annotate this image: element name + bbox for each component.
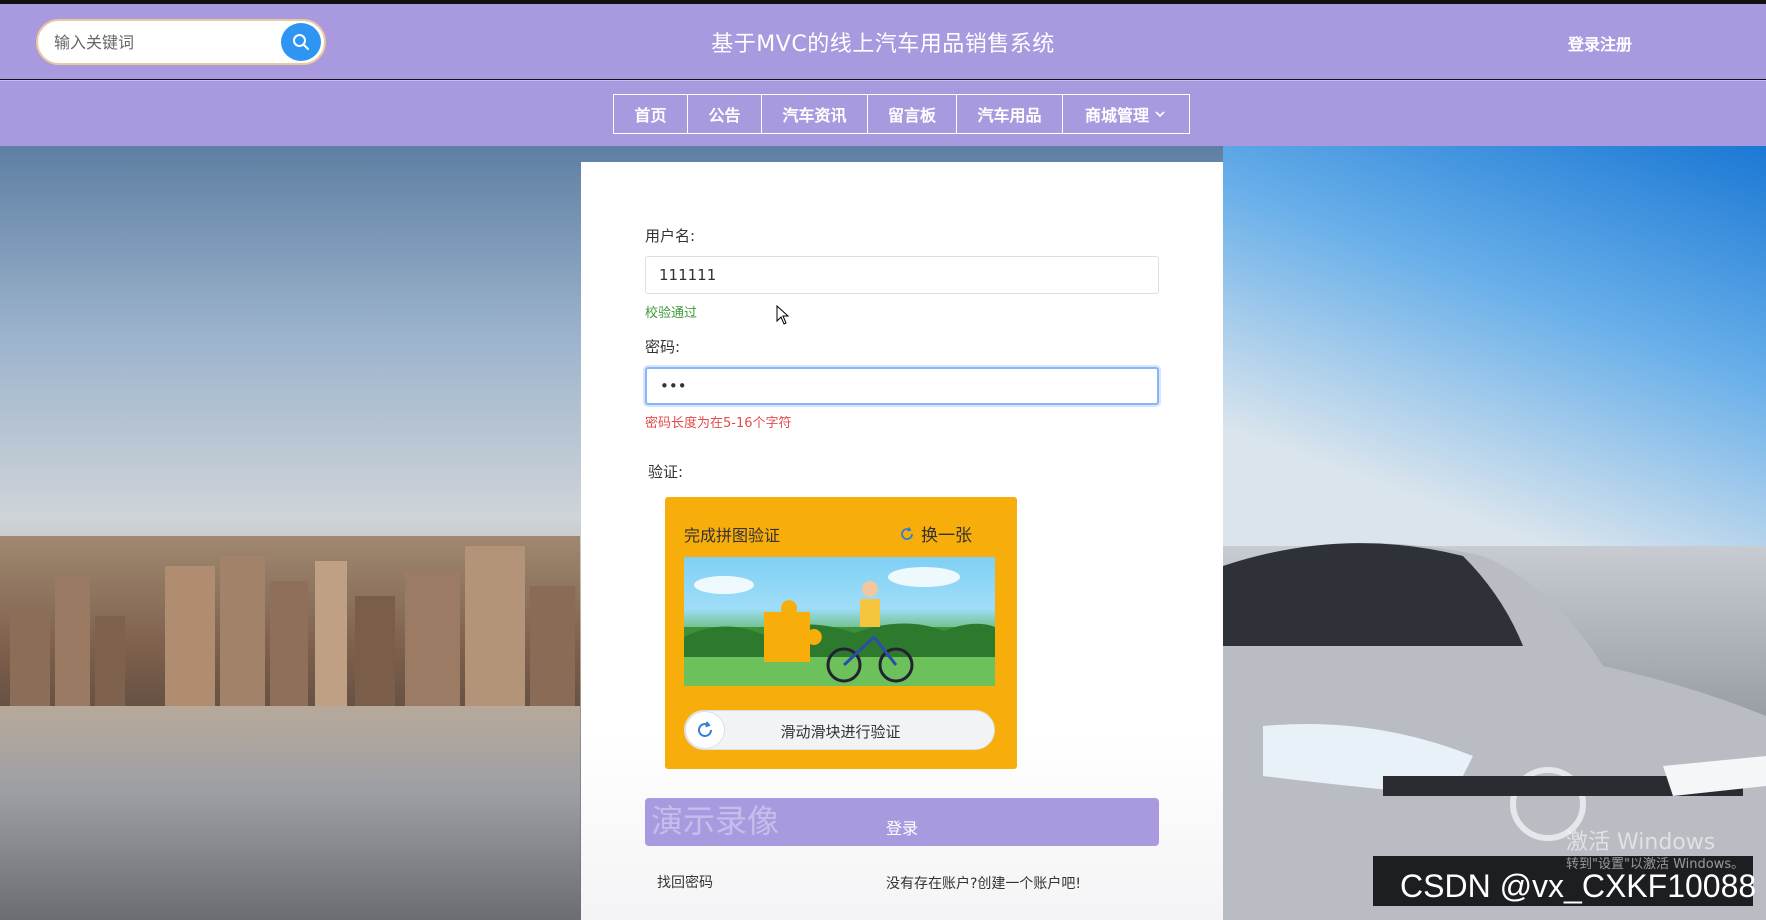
nav-item-car-products[interactable]: 汽车用品 bbox=[957, 95, 1063, 133]
sky-image bbox=[1223, 146, 1766, 546]
password-label: 密码: bbox=[645, 338, 681, 356]
nav-item-home[interactable]: 首页 bbox=[614, 95, 688, 133]
login-panel: 用户名: 校验通过 密码: 密码长度为在5-16个字符 验证: 完成拼图验证 换… bbox=[581, 162, 1223, 920]
login-register-link[interactable]: 登录注册 bbox=[1568, 31, 1632, 55]
refresh-icon bbox=[901, 526, 913, 540]
nav-item-label: 汽车用品 bbox=[977, 106, 1042, 125]
nav-item-label: 留言板 bbox=[887, 106, 936, 125]
slider-handle[interactable] bbox=[685, 711, 725, 749]
username-field[interactable] bbox=[645, 256, 1159, 294]
car-image bbox=[1223, 526, 1766, 920]
nav-item-message-board[interactable]: 留言板 bbox=[868, 95, 957, 133]
navbar: 首页 公告 汽车资讯 留言板 汽车用品 商城管理 bbox=[0, 80, 1766, 146]
nav-item-label: 商城管理 bbox=[1084, 106, 1149, 125]
username-valid-hint: 校验通过 bbox=[645, 306, 698, 321]
captcha-refresh-button[interactable]: 换一张 bbox=[899, 521, 972, 546]
mouse-cursor-icon bbox=[776, 305, 790, 325]
pavement-image bbox=[0, 706, 580, 920]
slider-instruction: 滑动滑块进行验证 bbox=[780, 723, 901, 741]
captcha-title: 完成拼图验证 bbox=[684, 526, 781, 545]
captcha-puzzle-image bbox=[684, 557, 995, 686]
header: 基于MVC的线上汽车用品销售系统 登录注册 bbox=[0, 4, 1766, 79]
register-link[interactable]: 没有存在账户?创建一个账户吧! bbox=[886, 873, 1081, 893]
login-button[interactable]: 登录 bbox=[645, 798, 1159, 846]
captcha-refresh-label: 换一张 bbox=[921, 526, 972, 546]
slider-track: 滑动滑块进行验证 bbox=[684, 710, 995, 750]
forgot-password-link[interactable]: 找回密码 bbox=[657, 872, 713, 892]
password-field[interactable] bbox=[645, 367, 1159, 405]
password-error-hint: 密码长度为在5-16个字符 bbox=[645, 416, 792, 431]
puzzle-captcha: 完成拼图验证 换一张 滑动滑块进行验证 bbox=[665, 497, 1017, 769]
nav-menu: 首页 公告 汽车资讯 留言板 汽车用品 商城管理 bbox=[613, 94, 1190, 134]
nav-item-notice[interactable]: 公告 bbox=[688, 95, 762, 133]
nav-item-label: 首页 bbox=[634, 106, 667, 125]
nav-item-car-news[interactable]: 汽车资讯 bbox=[762, 95, 868, 133]
chevron-down-icon bbox=[1155, 111, 1165, 118]
site-title: 基于MVC的线上汽车用品销售系统 bbox=[711, 32, 1055, 57]
refresh-icon bbox=[698, 721, 712, 737]
nav-item-label: 汽车资讯 bbox=[782, 106, 847, 125]
nav-item-label: 公告 bbox=[708, 106, 741, 125]
username-label: 用户名: bbox=[645, 227, 696, 245]
nav-item-shop-management[interactable]: 商城管理 bbox=[1063, 95, 1189, 133]
captcha-label: 验证: bbox=[648, 463, 684, 481]
